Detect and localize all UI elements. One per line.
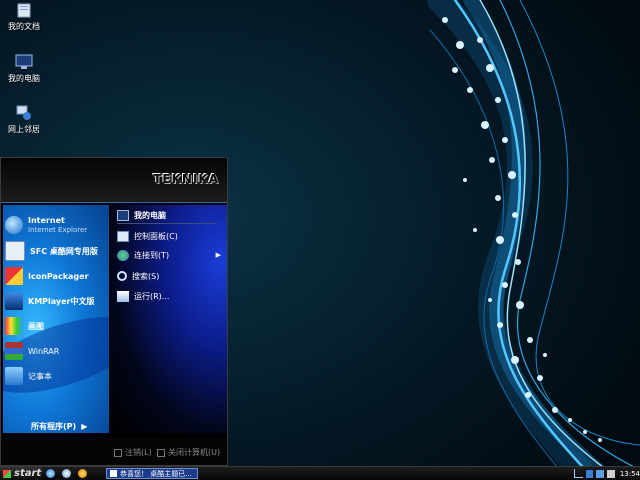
window-icon — [110, 470, 117, 477]
program-item-kmplayer[interactable]: KMPlayer中文版 — [5, 290, 109, 312]
places-item-run[interactable]: 运行(R)... — [117, 288, 223, 304]
winrar-icon — [5, 342, 23, 360]
program-item-label: IconPackager — [28, 271, 89, 281]
start-menu-footer: 注销(L) 关闭计算机(U) — [1, 438, 227, 465]
taskbar-button-label: 恭喜您！ 桌酷主题已... — [120, 469, 192, 478]
start-button[interactable]: start — [0, 467, 42, 480]
chevron-right-icon: ▶ — [215, 251, 221, 259]
program-item-internet[interactable]: Internet Internet Explorer — [5, 214, 109, 236]
notepad-icon — [5, 367, 23, 385]
program-item-notepad[interactable]: 记事本 — [5, 365, 109, 387]
desktop-icon-label: 网上邻居 — [8, 125, 40, 134]
key-icon — [114, 448, 122, 457]
places-item-label: 控制面板(C) — [134, 231, 178, 241]
program-item-iconpackager[interactable]: IconPackager — [5, 265, 109, 287]
places-item-control-panel[interactable]: 控制面板(C) — [117, 228, 223, 244]
desktop-icon-label: 我的电脑 — [8, 74, 40, 83]
places-item-connect-to[interactable]: 连接到(T) ▶ — [117, 247, 223, 263]
start-button-label: start — [14, 468, 42, 479]
places-divider — [117, 223, 217, 224]
globe-icon — [5, 216, 23, 234]
places-item-label: 我的电脑 — [134, 210, 166, 220]
places-item-label: 运行(R)... — [134, 291, 170, 301]
program-item-label: SFC 桌酷网专用版 — [30, 246, 98, 256]
computer-icon — [117, 209, 129, 221]
globe-icon[interactable] — [62, 469, 71, 478]
places-item-search[interactable]: 搜索(S) — [117, 268, 223, 284]
shutdown-button[interactable]: 关闭计算机(U) — [157, 447, 220, 458]
taskbar: start 恭喜您！ 桌酷主题已... 13:54 — [0, 466, 640, 480]
all-programs-button[interactable]: 所有程序(P) ▶ — [31, 421, 87, 432]
desktop-icon-my-documents[interactable]: 我的文档 — [0, 2, 48, 32]
control-panel-icon — [117, 230, 129, 242]
program-item-winrar[interactable]: WinRAR — [5, 340, 109, 362]
places-item-my-computer[interactable]: 我的电脑 — [117, 207, 223, 223]
program-item-sfc[interactable]: SFC 桌酷网专用版 — [5, 240, 109, 262]
logoff-label: 注销(L) — [125, 448, 152, 457]
system-tray: 13:54 — [574, 467, 640, 480]
start-menu-header: TEKNIKA — [1, 158, 227, 203]
program-item-label: WinRAR — [28, 346, 60, 356]
all-programs-label: 所有程序(P) — [31, 422, 77, 431]
program-item-label: Internet — [28, 215, 65, 225]
clock: 13:54 — [619, 469, 640, 478]
program-item-label: KMPlayer中文版 — [28, 296, 95, 306]
program-item-label: 记事本 — [28, 371, 52, 381]
paint-icon — [5, 317, 23, 335]
chevron-right-icon: ▶ — [81, 422, 88, 431]
kmplayer-icon — [5, 292, 23, 310]
brand-logo: TEKNIKA — [153, 172, 219, 186]
places-item-label: 连接到(T) — [134, 250, 170, 260]
desktop-icon-label: 我的文档 — [8, 22, 40, 31]
connect-icon — [117, 249, 129, 261]
arrow-icon[interactable] — [574, 469, 583, 478]
program-item-label: 画图 — [28, 321, 44, 331]
folder-icon — [17, 3, 31, 18]
program-item-paint[interactable]: 画图 — [5, 315, 109, 337]
internet-explorer-icon[interactable] — [46, 469, 55, 478]
volume-icon[interactable] — [607, 469, 615, 478]
iconpackager-icon — [5, 267, 23, 285]
program-item-sublabel: Internet Explorer — [28, 225, 88, 234]
windows-logo-icon — [3, 469, 11, 478]
run-icon — [117, 290, 129, 302]
taskbar-button-notification[interactable]: 恭喜您！ 桌酷主题已... — [106, 468, 198, 479]
desktop-icon-my-computer[interactable]: 我的电脑 — [0, 54, 48, 84]
logoff-button[interactable]: 注销(L) — [114, 447, 152, 458]
search-icon — [117, 271, 127, 281]
media-player-icon[interactable] — [78, 469, 87, 478]
network-icon — [16, 105, 31, 120]
monitor-icon[interactable] — [596, 469, 605, 478]
power-icon — [157, 448, 165, 457]
sfc-icon — [5, 241, 25, 261]
desktop-icon-network[interactable]: 网上邻居 — [0, 105, 48, 135]
places-item-label: 搜索(S) — [132, 271, 160, 281]
network-status-icon[interactable] — [585, 469, 594, 478]
computer-icon — [15, 54, 33, 69]
shutdown-label: 关闭计算机(U) — [168, 448, 221, 457]
start-menu: TEKNIKA Internet Internet Explorer SFC 桌酷… — [0, 157, 228, 466]
